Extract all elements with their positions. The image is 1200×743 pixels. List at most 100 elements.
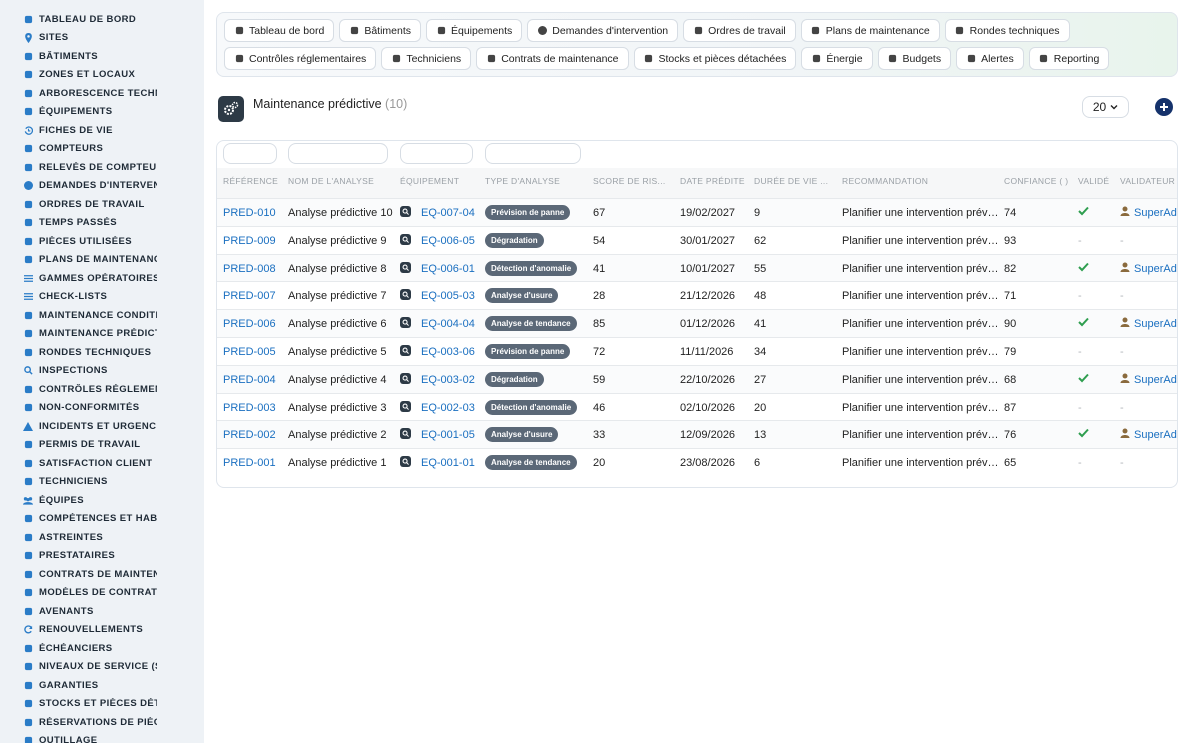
reference-link[interactable]: PRED-001	[223, 457, 276, 469]
sidebar-item-maintenance-conditio[interactable]: MAINTENANCE CONDITIO	[0, 306, 204, 325]
table-row[interactable]: PRED-002 Analyse prédictive 2 EQ-001-05 Ana…	[217, 420, 1177, 449]
nav-button-plans-de-maintenance[interactable]: Plans de maintenance	[800, 19, 940, 42]
equipment-link[interactable]: EQ-003-02	[421, 374, 475, 386]
equipment-link[interactable]: EQ-001-01	[421, 457, 475, 469]
table-row[interactable]: PRED-003 Analyse prédictive 3 EQ-002-03 Dét…	[217, 392, 1177, 421]
sidebar-item-équipements[interactable]: ÉQUIPEMENTS	[0, 103, 204, 122]
equipment-link[interactable]: EQ-003-06	[421, 346, 475, 358]
sidebar-item-sites[interactable]: SITES	[0, 29, 204, 48]
sidebar-item-zones-et-locaux[interactable]: ZONES ET LOCAUX	[0, 66, 204, 85]
sidebar-item-modèles-de-contrats[interactable]: MODÈLES DE CONTRATS	[0, 584, 204, 603]
sidebar-item-compteurs[interactable]: COMPTEURS	[0, 140, 204, 159]
reference-link[interactable]: PRED-009	[223, 235, 276, 247]
sidebar-item-techniciens[interactable]: TECHNICIENS	[0, 473, 204, 492]
sidebar-item-pièces-utilisées[interactable]: PIÈCES UTILISÉES	[0, 232, 204, 251]
equipment-link[interactable]: EQ-004-04	[421, 318, 475, 330]
column-header[interactable]: DATE PRÉDITE	[680, 176, 745, 186]
sidebar-item-contrats-de-maintena[interactable]: CONTRATS DE MAINTENA	[0, 565, 204, 584]
reference-link[interactable]: PRED-007	[223, 290, 276, 302]
sidebar-item-plans-de-maintenance[interactable]: PLANS DE MAINTENANCE	[0, 251, 204, 270]
table-row[interactable]: PRED-006 Analyse prédictive 6 EQ-004-04 Ana…	[217, 309, 1177, 337]
sidebar-item-rondes-techniques[interactable]: RONDES TECHNIQUES	[0, 343, 204, 362]
sidebar-item-check-lists[interactable]: CHECK-LISTS	[0, 288, 204, 307]
nav-button-reporting[interactable]: Reporting	[1028, 47, 1110, 70]
reference-link[interactable]: PRED-004	[223, 374, 276, 386]
equipment-link[interactable]: EQ-001-05	[421, 429, 475, 441]
per-page-select[interactable]: 20	[1082, 96, 1129, 118]
nav-button-budgets[interactable]: Budgets	[877, 47, 952, 70]
equipment-link[interactable]: EQ-005-03	[421, 290, 475, 302]
nav-button-contrats-de-maintenance[interactable]: Contrats de maintenance	[476, 47, 629, 70]
column-header[interactable]: CONFIANCE ( )	[1004, 176, 1068, 186]
sidebar-item-astreintes[interactable]: ASTREINTES	[0, 528, 204, 547]
column-header[interactable]: TYPE D'ANALYSE	[485, 176, 560, 186]
sidebar-item-niveaux-de-service-sl[interactable]: NIVEAUX DE SERVICE (SL	[0, 658, 204, 677]
column-header[interactable]: NOM DE L'ANALYSE	[288, 176, 374, 186]
nav-button-contrôles-réglementaires[interactable]: Contrôles réglementaires	[224, 47, 377, 70]
sidebar-item-inspections[interactable]: INSPECTIONS	[0, 362, 204, 381]
nav-button-stocks-et-pièces-détachées[interactable]: Stocks et pièces détachées	[633, 47, 797, 70]
filter-type-input[interactable]	[485, 143, 581, 164]
filter-reference-input[interactable]	[223, 143, 277, 164]
reference-link[interactable]: PRED-002	[223, 429, 276, 441]
validator-link[interactable]: SuperAdmin	[1134, 374, 1177, 386]
column-header[interactable]: RÉFÉRENCE	[223, 176, 278, 186]
sidebar-item-réservations-de-pièce[interactable]: RÉSERVATIONS DE PIÈCE	[0, 713, 204, 732]
table-row[interactable]: PRED-004 Analyse prédictive 4 EQ-003-02 Dég…	[217, 364, 1177, 393]
table-row[interactable]: PRED-009 Analyse prédictive 9 EQ-006-05 Dég…	[217, 225, 1177, 254]
nav-button-rondes-techniques[interactable]: Rondes techniques	[944, 19, 1070, 42]
sidebar-item-relevés-de-compteurs[interactable]: RELEVÉS DE COMPTEURS	[0, 158, 204, 177]
column-header[interactable]: RECOMMANDATION	[842, 176, 928, 186]
sidebar-item-contrôles-réglement[interactable]: CONTRÔLES RÉGLEMENT	[0, 380, 204, 399]
nav-button-énergie[interactable]: Énergie	[801, 47, 873, 70]
nav-button-bâtiments[interactable]: Bâtiments	[339, 19, 421, 42]
sidebar-item-maintenance-prédicti[interactable]: MAINTENANCE PRÉDICTI	[0, 325, 204, 344]
sidebar-item-avenants[interactable]: AVENANTS	[0, 602, 204, 621]
column-header[interactable]: VALIDÉ	[1078, 176, 1109, 186]
nav-button-demandes-d-intervention[interactable]: Demandes d'intervention	[527, 19, 679, 42]
sidebar-item-gammes-opératoires[interactable]: GAMMES OPÉRATOIRES	[0, 269, 204, 288]
sidebar-item-incidents-et-urgences[interactable]: INCIDENTS ET URGENCES	[0, 417, 204, 436]
sidebar-item-satisfaction-client[interactable]: SATISFACTION CLIENT	[0, 454, 204, 473]
validator-link[interactable]: SuperAdmin	[1134, 429, 1177, 441]
sidebar-item-temps-passés[interactable]: TEMPS PASSÉS	[0, 214, 204, 233]
sidebar-item-stocks-et-pièces-déta[interactable]: STOCKS ET PIÈCES DÉTA	[0, 695, 204, 714]
sidebar-item-renouvellements[interactable]: RENOUVELLEMENTS	[0, 621, 204, 640]
filter-name-input[interactable]	[288, 143, 388, 164]
nav-button-équipements[interactable]: Équipements	[426, 19, 523, 42]
table-row[interactable]: PRED-010 Analyse prédictive 10 EQ-007-04 Pr…	[217, 198, 1177, 226]
sidebar-item-fiches-de-vie[interactable]: FICHES DE VIE	[0, 121, 204, 140]
nav-button-tableau-de-bord[interactable]: Tableau de bord	[224, 19, 335, 42]
sidebar-item-bâtiments[interactable]: BÂTIMENTS	[0, 47, 204, 66]
table-row[interactable]: PRED-008 Analyse prédictive 8 EQ-006-01 Dét…	[217, 253, 1177, 282]
validator-link[interactable]: SuperAdmin	[1134, 263, 1177, 275]
table-row[interactable]: PRED-005 Analyse prédictive 5 EQ-003-06 Pré…	[217, 337, 1177, 365]
reference-link[interactable]: PRED-006	[223, 318, 276, 330]
equipment-link[interactable]: EQ-006-05	[421, 235, 475, 247]
sidebar-item-outillage[interactable]: OUTILLAGE	[0, 732, 204, 743]
equipment-link[interactable]: EQ-002-03	[421, 402, 475, 414]
sidebar-item-arborescence-techni[interactable]: ARBORESCENCE TECHNI	[0, 84, 204, 103]
sidebar-item-ordres-de-travail[interactable]: ORDRES DE TRAVAIL	[0, 195, 204, 214]
column-header[interactable]: SCORE DE RIS...	[593, 176, 669, 186]
equipment-link[interactable]: EQ-006-01	[421, 263, 475, 275]
column-header[interactable]: VALIDATEUR	[1120, 176, 1175, 186]
sidebar-item-permis-de-travail[interactable]: PERMIS DE TRAVAIL	[0, 436, 204, 455]
sidebar-item-équipes[interactable]: ÉQUIPES	[0, 491, 204, 510]
reference-link[interactable]: PRED-008	[223, 263, 276, 275]
validator-link[interactable]: SuperAdmin	[1134, 318, 1177, 330]
sidebar-item-prestataires[interactable]: PRESTATAIRES	[0, 547, 204, 566]
reference-link[interactable]: PRED-010	[223, 207, 276, 219]
table-row[interactable]: PRED-001 Analyse prédictive 1 EQ-001-01 Ana…	[217, 448, 1177, 476]
sidebar-item-compétences-et-habil[interactable]: COMPÉTENCES ET HABIL	[0, 510, 204, 529]
sidebar-item-garanties[interactable]: GARANTIES	[0, 676, 204, 695]
sidebar-item-non-conformités[interactable]: NON-CONFORMITÉS	[0, 399, 204, 418]
sidebar-item-demandes-d-intervent[interactable]: DEMANDES D'INTERVENT	[0, 177, 204, 196]
reference-link[interactable]: PRED-005	[223, 346, 276, 358]
validator-link[interactable]: SuperAdmin	[1134, 207, 1177, 219]
nav-button-ordres-de-travail[interactable]: Ordres de travail	[683, 19, 796, 42]
column-header[interactable]: ÉQUIPEMENT	[400, 176, 459, 186]
filter-equipment-input[interactable]	[400, 143, 473, 164]
reference-link[interactable]: PRED-003	[223, 402, 276, 414]
nav-button-techniciens[interactable]: Techniciens	[381, 47, 472, 70]
